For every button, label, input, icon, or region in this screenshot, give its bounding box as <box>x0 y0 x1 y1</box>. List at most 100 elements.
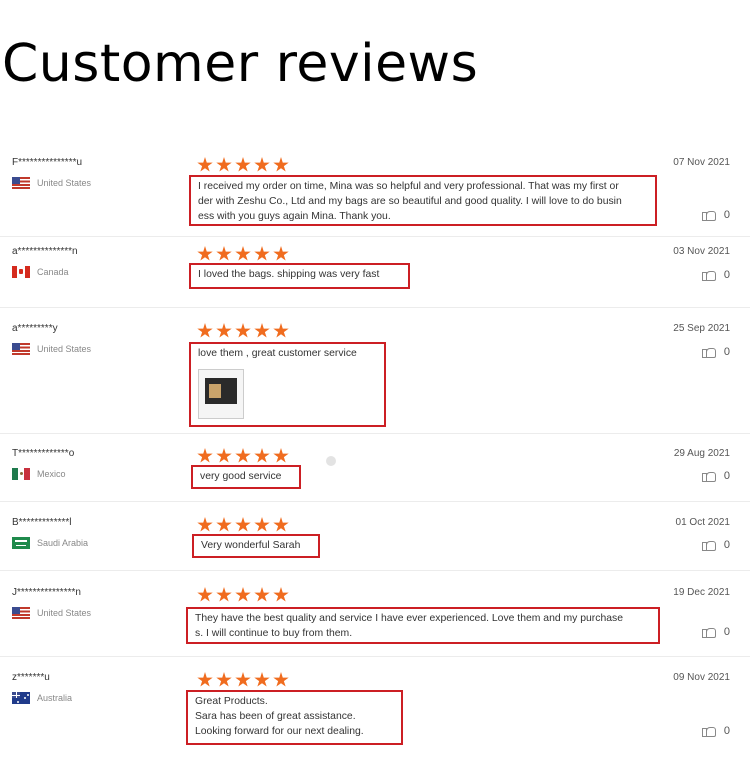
star-icon <box>273 448 289 463</box>
star-icon <box>197 672 213 687</box>
divider <box>0 501 750 502</box>
star-icon <box>197 517 213 532</box>
review-text: They have the best quality and service I… <box>186 607 660 644</box>
reviewer-name: z*******u <box>12 672 50 683</box>
reviewer-country: United States <box>12 343 91 355</box>
review-date: 19 Dec 2021 <box>673 587 730 598</box>
reviewer-country: United States <box>12 177 91 189</box>
review-text-line: der with Zeshu Co., Ltd and my bags are … <box>198 196 622 207</box>
star-icon <box>273 246 289 261</box>
star-icon <box>235 448 251 463</box>
star-icon <box>235 157 251 172</box>
review-text: love them , great customer service <box>189 342 386 427</box>
divider <box>0 307 750 308</box>
star-icon <box>216 323 232 338</box>
star-icon <box>216 672 232 687</box>
reviewer-name: B*************l <box>12 517 72 528</box>
review-date: 09 Nov 2021 <box>673 672 730 683</box>
star-icon <box>254 517 270 532</box>
country-label: United States <box>37 344 92 354</box>
star-icon <box>254 323 270 338</box>
reviewer-country: Australia <box>12 692 72 704</box>
like-count: 0 <box>723 208 730 221</box>
country-label: Canada <box>37 267 69 277</box>
review-item: T*************o Mexico 29 Aug 2021 very … <box>0 446 750 502</box>
saudi-arabia-flag-icon <box>12 537 30 549</box>
like-button[interactable]: 0 <box>701 469 730 482</box>
star-icon <box>235 517 251 532</box>
star-rating <box>197 157 292 173</box>
review-text-line: Sara has been of great assistance. <box>195 711 356 722</box>
like-count: 0 <box>723 538 730 551</box>
canada-flag-icon <box>12 266 30 278</box>
review-item: a**************n Canada 03 Nov 2021 I lo… <box>0 244 750 308</box>
review-item: a*********y United States 25 Sep 2021 lo… <box>0 321 750 434</box>
reviewer-name: J***************n <box>12 587 81 598</box>
star-icon <box>273 157 289 172</box>
review-photo-thumbnail[interactable] <box>198 369 244 419</box>
star-icon <box>254 246 270 261</box>
star-icon <box>216 246 232 261</box>
star-icon <box>254 587 270 602</box>
thumbs-up-icon <box>701 724 716 737</box>
thumbs-up-icon <box>701 625 716 638</box>
like-button[interactable]: 0 <box>701 345 730 358</box>
star-icon <box>216 448 232 463</box>
australia-flag-icon <box>12 692 30 704</box>
review-item: B*************l Saudi Arabia 01 Oct 2021… <box>0 515 750 571</box>
review-date: 03 Nov 2021 <box>673 246 730 257</box>
review-text: Great Products. Sara has been of great a… <box>186 690 403 745</box>
star-icon <box>273 672 289 687</box>
like-count: 0 <box>723 268 730 281</box>
review-item: F***************u United States 07 Nov 2… <box>0 155 750 237</box>
review-text: Very wonderful Sarah <box>192 534 320 558</box>
review-text-line: I received my order on time, Mina was so… <box>198 181 619 192</box>
reviewer-name: F***************u <box>12 157 83 168</box>
country-label: United States <box>37 608 92 618</box>
review-date: 01 Oct 2021 <box>675 517 730 528</box>
star-rating <box>197 672 292 688</box>
review-text-line: They have the best quality and service I… <box>195 613 623 624</box>
reviewer-name: a*********y <box>12 323 58 334</box>
divider <box>0 656 750 657</box>
star-icon <box>216 157 232 172</box>
reviewer-name: T*************o <box>12 448 75 459</box>
star-icon <box>216 517 232 532</box>
star-icon <box>197 587 213 602</box>
like-button[interactable]: 0 <box>701 625 730 638</box>
like-button[interactable]: 0 <box>701 268 730 281</box>
star-icon <box>197 246 213 261</box>
thumbs-up-icon <box>701 208 716 221</box>
star-rating <box>197 587 292 603</box>
review-text-line: ess with you guys again Mina. Thank you. <box>198 211 391 222</box>
review-date: 29 Aug 2021 <box>673 448 730 459</box>
star-icon <box>216 587 232 602</box>
review-date: 07 Nov 2021 <box>673 157 730 168</box>
page-title: Customer reviews <box>2 34 479 94</box>
like-count: 0 <box>723 724 730 737</box>
review-text-line: Very wonderful Sarah <box>201 540 301 551</box>
reviewer-country: Mexico <box>12 468 66 480</box>
divider <box>0 236 750 237</box>
thumbs-up-icon <box>701 538 716 551</box>
us-flag-icon <box>12 607 30 619</box>
divider <box>0 570 750 571</box>
us-flag-icon <box>12 177 30 189</box>
like-button[interactable]: 0 <box>701 724 730 737</box>
star-icon <box>235 672 251 687</box>
star-icon <box>197 323 213 338</box>
reviewer-country: United States <box>12 607 91 619</box>
like-button[interactable]: 0 <box>701 208 730 221</box>
review-text-line: I loved the bags. shipping was very fast <box>198 269 380 280</box>
us-flag-icon <box>12 343 30 355</box>
country-label: Saudi Arabia <box>37 538 89 548</box>
review-text: very good service <box>191 465 301 489</box>
star-icon <box>273 517 289 532</box>
like-button[interactable]: 0 <box>701 538 730 551</box>
review-text: I loved the bags. shipping was very fast <box>189 263 410 289</box>
like-count: 0 <box>723 469 730 482</box>
divider <box>0 433 750 434</box>
review-text-line: love them , great customer service <box>198 348 357 359</box>
star-icon <box>254 672 270 687</box>
country-label: Australia <box>37 693 73 703</box>
